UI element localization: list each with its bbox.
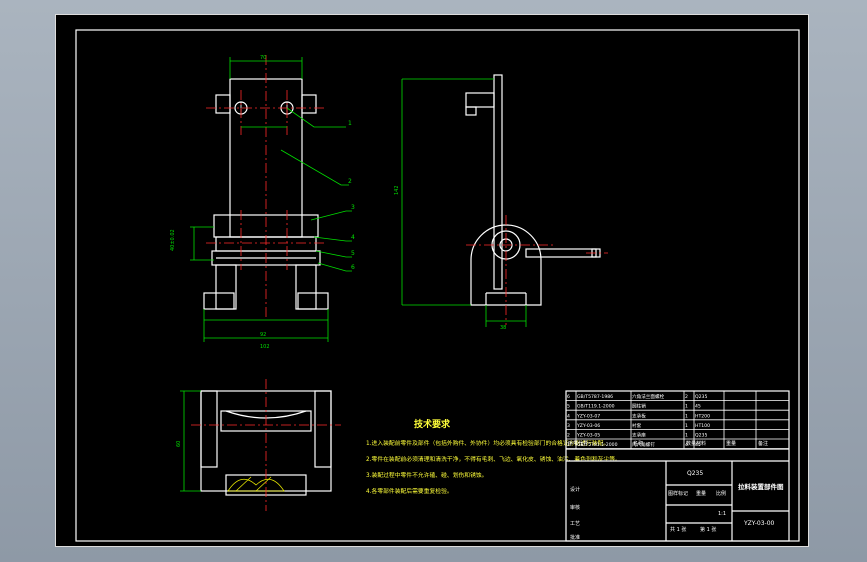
parts-cell: Q235	[695, 433, 707, 439]
balloon-5: 5	[351, 250, 355, 257]
scale-label-2: 比例	[716, 490, 726, 497]
plan-view	[191, 379, 341, 511]
parts-cell: YZY-03-06	[576, 423, 600, 429]
tech-req-item-2: 2.零件在装配前必须清理和清洗干净，不得有毛刺、飞边、氧化皮、锈蚀、油污、着色剂…	[366, 455, 621, 463]
inner-border	[75, 29, 800, 542]
drawing-title: 拉料装置部件图	[738, 482, 784, 491]
parts-cell: 1	[685, 413, 688, 419]
dim-top-width: 70	[260, 55, 266, 61]
dim-side-label: 40±0.02	[170, 229, 176, 251]
parts-header-cell: 名称	[633, 440, 643, 447]
parts-header-cell: 材料	[696, 440, 706, 447]
parts-cell: 六角法兰面螺栓	[632, 393, 665, 400]
side-view-dimensions	[401, 78, 527, 327]
scale-label: 图样标记	[668, 490, 688, 497]
parts-header-cell: 备注	[758, 440, 768, 447]
dim-bracket-width: 38	[500, 325, 506, 331]
parts-cell: 1	[685, 433, 688, 439]
tech-req-item-3: 3.装配过程中零件不允许磕、碰、划伤和锈蚀。	[366, 471, 487, 479]
parts-cell: 圆柱销	[632, 403, 646, 410]
dim-left-width: 92	[260, 332, 266, 338]
side-view	[465, 74, 608, 325]
balloon-4: 4	[351, 234, 355, 241]
parts-cell: 3	[567, 423, 570, 429]
balloon-1: 1	[348, 120, 352, 127]
parts-cell: 支承座	[632, 432, 646, 439]
dim-right-height: 142	[394, 185, 400, 195]
parts-header-cell: 序号	[568, 440, 578, 447]
parts-cell: 2	[685, 394, 688, 400]
parts-cell: GB/T119.1-2000	[577, 404, 615, 410]
parts-cell: YZY-03-07	[576, 413, 600, 419]
parts-cell: 2	[567, 433, 570, 439]
parts-header-cell: 数量	[686, 440, 696, 447]
drawing-number: YZY-03-00	[743, 520, 775, 527]
parts-header-cell: 重量	[726, 440, 736, 447]
parts-cell: 1	[685, 404, 688, 410]
tech-req-title: 技术要求	[414, 418, 451, 430]
cad-drawing: 技术要求 1.进入装配前零件及部件（包括外购件、外协件）均必须具有检验部门的合格…	[75, 29, 800, 542]
parts-cell: 1	[685, 423, 688, 429]
dim-plan-height: 60	[176, 441, 182, 447]
front-view-dimensions	[190, 57, 329, 342]
drawing-sheet: 技术要求 1.进入装配前零件及部件（包括外购件、外协件）均必须具有检验部门的合格…	[55, 14, 809, 547]
process-label: 工艺	[570, 521, 580, 527]
designer-label: 设计	[570, 486, 580, 493]
sheet-count: 共 1 张	[670, 526, 686, 533]
plan-view-dimensions	[180, 390, 201, 492]
dim-bottom-width: 102	[260, 344, 270, 350]
material-label: Q235	[687, 470, 703, 477]
scale-value: 1:1	[718, 511, 726, 517]
parts-cell: HT100	[695, 423, 710, 429]
parts-header-cell: 代号	[578, 440, 588, 447]
parts-cell: 5	[567, 404, 570, 410]
sheet-index: 第 1 张	[700, 526, 716, 533]
balloon-labels: 1 2 3 4 5 6	[348, 120, 355, 271]
approve-label: 批准	[570, 534, 580, 541]
parts-cell: HT200	[695, 413, 710, 419]
parts-cell: GB/T5787-1986	[577, 394, 613, 400]
tech-req-item-4: 4.各零部件装配后需要重复检验。	[366, 487, 453, 495]
balloon-2: 2	[348, 178, 352, 185]
front-view	[203, 55, 329, 320]
parts-cell: 45	[695, 404, 701, 410]
parts-cell: 6	[567, 394, 570, 400]
balloon-3: 3	[351, 204, 355, 211]
parts-cell: Q235	[695, 394, 707, 400]
balloon-6: 6	[351, 264, 355, 271]
weight-label: 重量	[696, 490, 706, 497]
parts-cell: 4	[567, 413, 570, 419]
parts-cell: 衬套	[632, 422, 642, 429]
checker-label: 审核	[570, 504, 580, 511]
parts-cell: 支承板	[632, 412, 646, 419]
parts-cell: YZY-03-05	[576, 433, 600, 439]
